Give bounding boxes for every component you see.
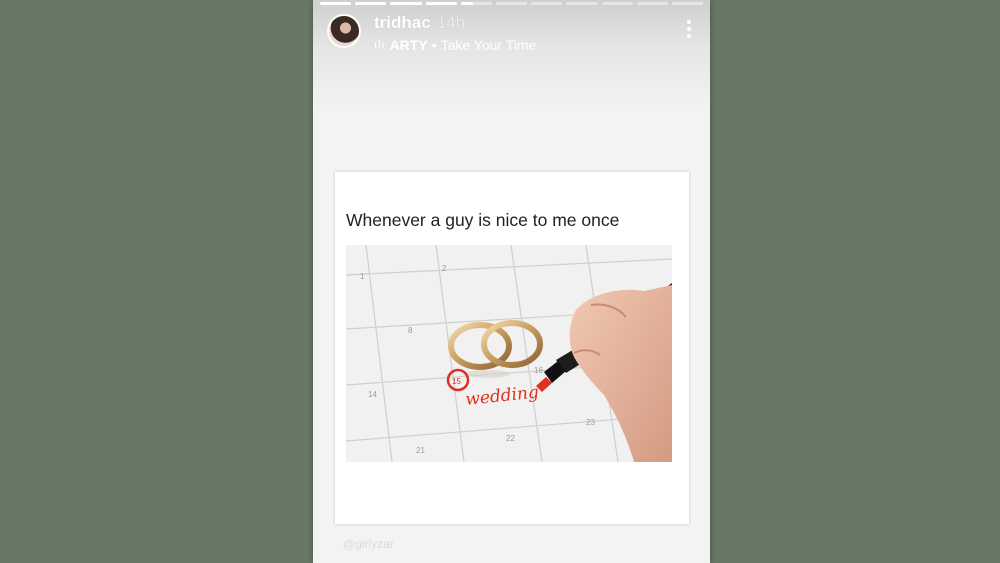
post-card: Whenever a guy is nice to me once 1 2 8 … bbox=[335, 172, 689, 524]
progress-segment bbox=[495, 2, 528, 5]
calendar-number: 22 bbox=[506, 434, 515, 443]
progress-segment bbox=[636, 2, 668, 5]
music-separator: • bbox=[431, 37, 437, 53]
calendar-number: 8 bbox=[408, 326, 413, 335]
progress-segment bbox=[531, 2, 563, 5]
watermark: @girlyzar bbox=[343, 537, 394, 551]
avatar[interactable] bbox=[327, 14, 361, 48]
calendar-number: 16 bbox=[534, 366, 543, 375]
progress-segment bbox=[355, 2, 387, 5]
post-caption: Whenever a guy is nice to me once bbox=[346, 210, 620, 230]
music-artist: ARTY bbox=[389, 37, 428, 53]
progress-segment bbox=[671, 2, 704, 5]
calendar-rings-illustration: 1281416222321 15 wedding bbox=[346, 245, 672, 462]
calendar-number: 2 bbox=[442, 264, 447, 273]
progress-segment bbox=[601, 2, 633, 5]
calendar-number: 23 bbox=[586, 418, 595, 427]
story-viewer[interactable]: tridhac 14h ılı ARTY • Take Your Time Whe… bbox=[313, 0, 710, 563]
story-progress-bar bbox=[320, 2, 704, 5]
progress-segment bbox=[390, 2, 422, 5]
calendar-number: 14 bbox=[368, 390, 377, 399]
vertical-dots-icon[interactable] bbox=[686, 20, 692, 38]
music-bars-icon: ılı bbox=[374, 39, 386, 51]
progress-segment bbox=[566, 2, 598, 5]
progress-segment bbox=[320, 2, 352, 5]
calendar-number: 21 bbox=[416, 446, 425, 455]
story-header-gradient bbox=[313, 0, 710, 110]
music-song: Take Your Time bbox=[440, 37, 537, 53]
story-time: 14h bbox=[436, 13, 466, 32]
svg-text:15: 15 bbox=[452, 377, 461, 386]
music-sticker[interactable]: ılı ARTY • Take Your Time bbox=[374, 37, 536, 53]
calendar-number: 1 bbox=[360, 272, 365, 281]
progress-segment bbox=[425, 2, 457, 5]
post-photo: 1 2 8 14 16 22 23 21 15 wedding bbox=[346, 245, 672, 462]
story-user[interactable]: tridhac 14h bbox=[374, 13, 465, 33]
progress-segment bbox=[460, 2, 492, 5]
username[interactable]: tridhac bbox=[374, 13, 431, 32]
